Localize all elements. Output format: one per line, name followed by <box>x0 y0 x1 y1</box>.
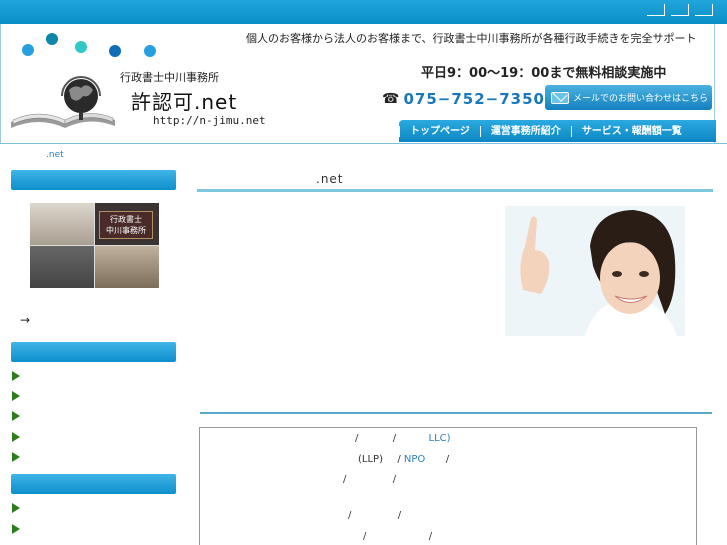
phone-number: 075−752−7350 <box>403 90 545 108</box>
photo-cell <box>95 246 159 288</box>
site-header: 個人のお客様から法人のお客様まで、行政書士中川事務所が各種行政手続きを完全サポー… <box>0 24 716 144</box>
bullet-triangle-icon[interactable] <box>12 411 20 421</box>
bullet-triangle-icon[interactable] <box>12 452 20 462</box>
top-link-3[interactable] <box>695 4 713 16</box>
plaque-line-1: 行政書士 <box>110 215 142 224</box>
services-line-2: (LLP) / NPO / <box>358 454 450 465</box>
sidebar-heading-2 <box>11 342 176 362</box>
office-name: 行政書士中川事務所 <box>120 71 219 84</box>
office-photo[interactable]: 行政書士 中川事務所 <box>30 203 159 288</box>
site-url: http://n-jimu.net <box>153 114 266 127</box>
site-title[interactable]: 許認可.net <box>131 86 237 115</box>
services-line-4: / / <box>348 510 402 521</box>
services-line-5: / / <box>363 531 433 542</box>
business-hours: 平日9：00〜19：00まで無料相談実施中 <box>421 66 667 81</box>
top-link-2[interactable] <box>671 4 689 16</box>
sidebar-heading-3 <box>11 474 176 494</box>
photo-cell: 行政書士 中川事務所 <box>95 203 159 245</box>
bullet-triangle-icon[interactable] <box>12 391 20 401</box>
main-nav: トップページ 運営事務所紹介 サービス・報酬額一覧 <box>399 120 716 142</box>
services-line-1: / / LLC) <box>355 433 451 444</box>
plaque-line-2: 中川事務所 <box>106 226 146 235</box>
header-divider <box>0 143 727 144</box>
decor-dot-icon <box>22 44 34 56</box>
woman-pointing-image <box>505 206 685 336</box>
envelope-icon <box>551 91 569 104</box>
office-plaque: 行政書士 中川事務所 <box>99 211 153 239</box>
decor-dot-icon <box>144 45 156 57</box>
phone-contact: ☎ 075−752−7350 <box>382 90 545 108</box>
sidebar-heading-1 <box>11 170 176 190</box>
main-title: .net <box>316 172 344 186</box>
top-utility-links <box>647 4 713 16</box>
services-box: / / LLC) (LLP) / NPO / / / / / / / <box>199 427 697 545</box>
nav-item-services[interactable]: サービス・報酬額一覧 <box>570 125 692 137</box>
more-arrow[interactable]: → <box>20 313 30 327</box>
photo-cell <box>30 246 94 288</box>
bullet-triangle-icon[interactable] <box>12 524 20 534</box>
book-globe-icon <box>11 76 115 128</box>
breadcrumb[interactable]: .net <box>46 150 64 160</box>
services-line-3: / / <box>343 474 397 485</box>
photo-cell <box>30 203 94 245</box>
nav-item-top[interactable]: トップページ <box>399 125 480 137</box>
decor-dot-icon <box>46 33 58 45</box>
npo-link[interactable]: NPO <box>404 454 425 465</box>
content-divider <box>200 412 712 414</box>
mail-contact-button[interactable]: メールでのお問い合わせはこちら <box>545 85 712 110</box>
bullet-triangle-icon[interactable] <box>12 432 20 442</box>
bullet-triangle-icon[interactable] <box>12 371 20 381</box>
main-title-rule <box>197 189 713 192</box>
top-bar <box>0 0 727 24</box>
top-link-1[interactable] <box>647 4 665 16</box>
phone-icon: ☎ <box>382 91 400 107</box>
llc-link[interactable]: LLC) <box>429 433 451 444</box>
nav-item-office[interactable]: 運営事務所紹介 <box>479 125 571 137</box>
decor-dot-icon <box>109 45 121 57</box>
mail-contact-label: メールでのお問い合わせはこちら <box>573 94 709 104</box>
bullet-triangle-icon[interactable] <box>12 503 20 513</box>
header-tagline: 個人のお客様から法人のお客様まで、行政書士中川事務所が各種行政手続きを完全サポー… <box>246 32 697 45</box>
decor-dot-icon <box>75 41 87 53</box>
